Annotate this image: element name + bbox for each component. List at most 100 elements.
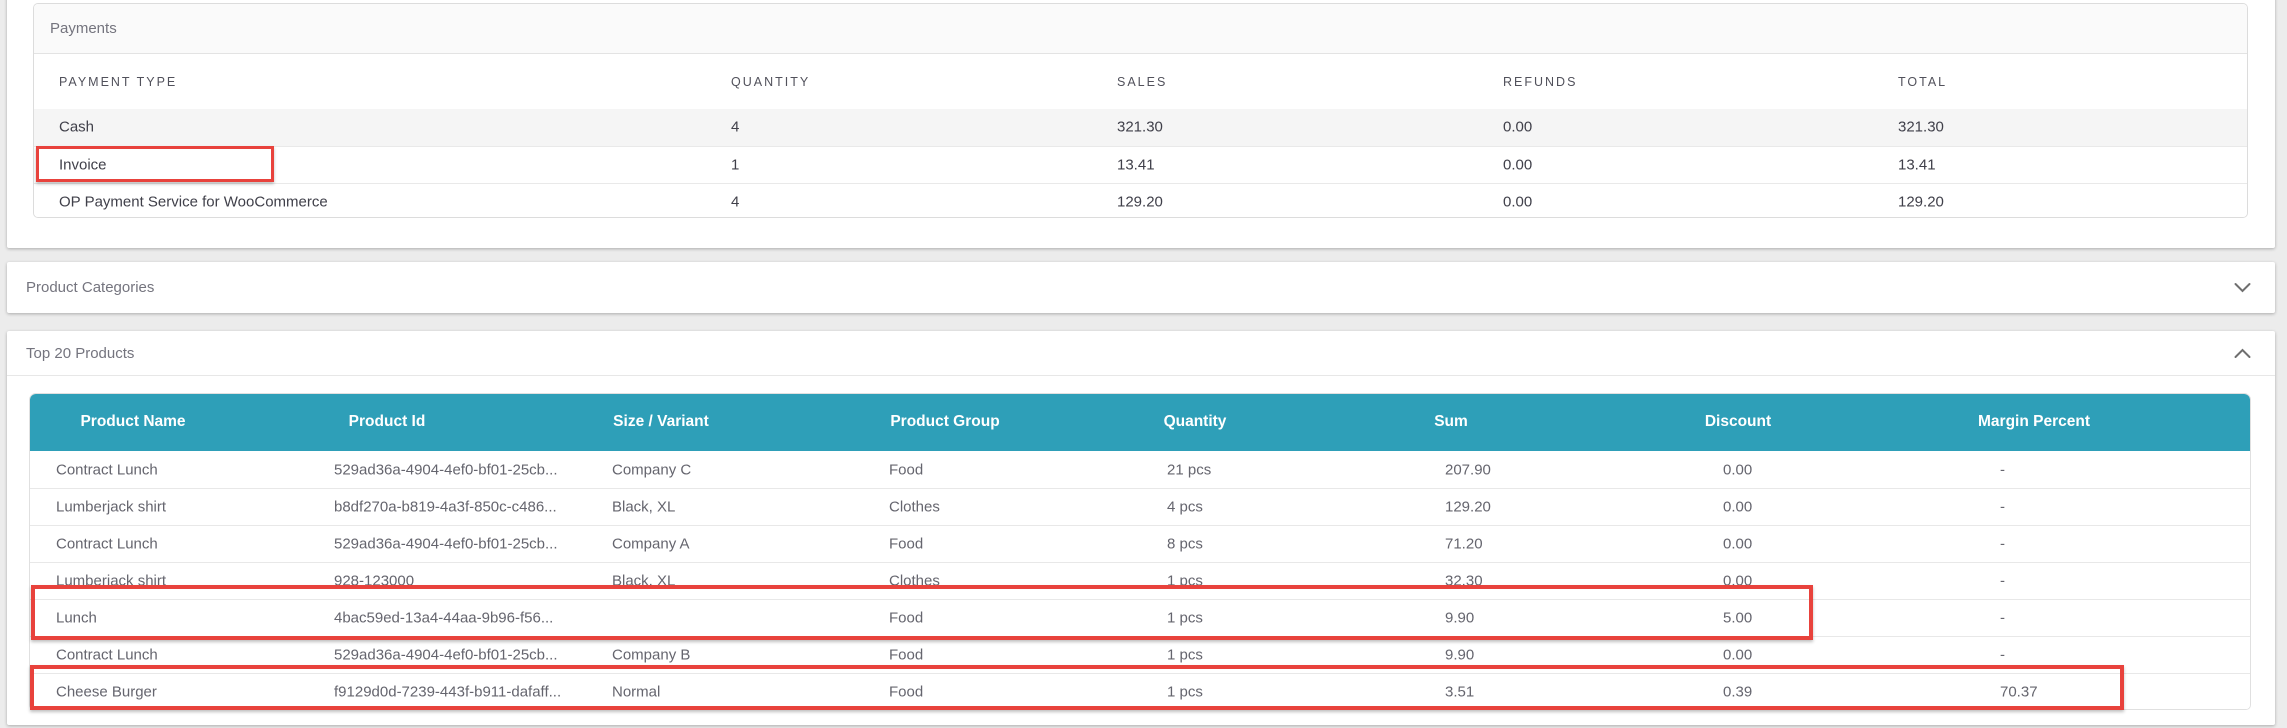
cell-product-id: b8df270a-b819-4a3f-850c-c486... xyxy=(334,499,557,516)
cell-total: 129.20 xyxy=(1898,194,1944,211)
cell-product-name: Contract Lunch xyxy=(56,647,158,664)
cell-quantity: 21 pcs xyxy=(1167,461,1211,478)
cell-discount: 0.00 xyxy=(1723,461,1752,478)
cell-quantity: 4 xyxy=(731,119,739,136)
cell-quantity: 1 pcs xyxy=(1167,610,1203,627)
cell-size-variant: Company C xyxy=(612,461,691,478)
top-products-table-header: Product Name Product Id Size / Variant P… xyxy=(29,393,2251,451)
cell-size-variant: Company B xyxy=(612,647,690,664)
column-header-payment-type: PAYMENT TYPE xyxy=(59,75,177,89)
cell-product-id: 529ad36a-4904-4ef0-bf01-25cb... xyxy=(334,536,558,553)
top-products-header[interactable]: Top 20 Products xyxy=(7,331,2275,376)
cell-product-id: 4bac59ed-13a4-44aa-9b96-f56... xyxy=(334,610,553,627)
chevron-up-icon[interactable] xyxy=(2234,348,2251,359)
top-products-title: Top 20 Products xyxy=(26,345,134,362)
cell-margin-percent: - xyxy=(2000,536,2005,553)
cell-quantity: 4 xyxy=(731,194,739,211)
cell-quantity: 1 pcs xyxy=(1167,684,1203,701)
cell-product-group: Food xyxy=(889,610,923,627)
cell-sum: 129.20 xyxy=(1445,499,1491,516)
column-header-sales: SALES xyxy=(1117,75,1167,89)
cell-total: 321.30 xyxy=(1898,119,1944,136)
column-header-product-name: Product Name xyxy=(80,413,185,431)
cell-sum: 9.90 xyxy=(1445,610,1474,627)
cell-sum: 32.30 xyxy=(1445,573,1483,590)
table-row-cash: Cash 4 321.30 0.00 321.30 xyxy=(34,109,2247,146)
column-header-refunds: REFUNDS xyxy=(1503,75,1577,89)
cell-quantity: 1 xyxy=(731,156,739,173)
cell-discount: 0.00 xyxy=(1723,647,1752,664)
cell-product-id: 529ad36a-4904-4ef0-bf01-25cb... xyxy=(334,461,558,478)
top-products-table: Product Name Product Id Size / Variant P… xyxy=(29,393,2251,710)
chevron-down-icon[interactable] xyxy=(2234,282,2251,293)
cell-size-variant: Black, XL xyxy=(612,573,675,590)
cell-sales: 129.20 xyxy=(1117,194,1163,211)
cell-size-variant: Company A xyxy=(612,536,690,553)
cell-discount: 0.39 xyxy=(1723,684,1752,701)
cell-margin-percent: - xyxy=(2000,647,2005,664)
cell-sales: 321.30 xyxy=(1117,119,1163,136)
cell-margin-percent: - xyxy=(2000,610,2005,627)
cell-refunds: 0.00 xyxy=(1503,156,1532,173)
cell-product-group: Food xyxy=(889,461,923,478)
cell-total: 13.41 xyxy=(1898,156,1936,173)
payments-card: Payments PAYMENT TYPE QUANTITY SALES REF… xyxy=(7,0,2275,248)
column-header-quantity: Quantity xyxy=(1164,413,1227,431)
top-products-card: Top 20 Products Product Name Product Id … xyxy=(7,331,2275,725)
table-row-lunch: Lunch 4bac59ed-13a4-44aa-9b96-f56... Foo… xyxy=(30,599,2250,636)
cell-product-name: Lunch xyxy=(56,610,97,627)
product-categories-card: Product Categories xyxy=(7,262,2275,313)
cell-quantity: 4 pcs xyxy=(1167,499,1203,516)
table-row: Contract Lunch 529ad36a-4904-4ef0-bf01-2… xyxy=(30,451,2250,488)
cell-quantity: 1 pcs xyxy=(1167,647,1203,664)
cell-product-name: Contract Lunch xyxy=(56,536,158,553)
cell-sales: 13.41 xyxy=(1117,156,1155,173)
cell-payment-type: Cash xyxy=(59,119,94,136)
table-row: Contract Lunch 529ad36a-4904-4ef0-bf01-2… xyxy=(30,636,2250,673)
column-header-discount: Discount xyxy=(1705,413,1771,431)
cell-product-group: Clothes xyxy=(889,499,940,516)
payments-table-header: PAYMENT TYPE QUANTITY SALES REFUNDS TOTA… xyxy=(34,54,2247,109)
cell-discount: 5.00 xyxy=(1723,610,1752,627)
column-header-margin-percent: Margin Percent xyxy=(1978,413,2090,431)
cell-product-group: Food xyxy=(889,684,923,701)
column-header-quantity: QUANTITY xyxy=(731,75,810,89)
column-header-total: TOTAL xyxy=(1898,75,1947,89)
cell-size-variant: Normal xyxy=(612,684,660,701)
table-row: Lumberjack shirt 928-123000 Black, XL Cl… xyxy=(30,562,2250,599)
column-header-product-id: Product Id xyxy=(349,413,426,431)
table-row: Contract Lunch 529ad36a-4904-4ef0-bf01-2… xyxy=(30,525,2250,562)
product-categories-header[interactable]: Product Categories xyxy=(7,262,2275,313)
cell-discount: 0.00 xyxy=(1723,536,1752,553)
table-row-op-payment: OP Payment Service for WooCommerce 4 129… xyxy=(34,183,2247,218)
cell-sum: 3.51 xyxy=(1445,684,1474,701)
cell-sum: 207.90 xyxy=(1445,461,1491,478)
cell-sum: 71.20 xyxy=(1445,536,1483,553)
product-categories-title: Product Categories xyxy=(26,279,154,296)
payments-title: Payments xyxy=(50,20,117,37)
column-header-product-group: Product Group xyxy=(890,413,999,431)
cell-payment-type: OP Payment Service for WooCommerce xyxy=(59,194,328,211)
cell-margin-percent: - xyxy=(2000,461,2005,478)
cell-product-group: Food xyxy=(889,536,923,553)
payments-table: Payments PAYMENT TYPE QUANTITY SALES REF… xyxy=(33,3,2248,218)
column-header-size-variant: Size / Variant xyxy=(613,413,709,431)
cell-quantity: 8 pcs xyxy=(1167,536,1203,553)
cell-product-group: Food xyxy=(889,647,923,664)
payments-section-header: Payments xyxy=(34,4,2247,54)
cell-product-id: 529ad36a-4904-4ef0-bf01-25cb... xyxy=(334,647,558,664)
cell-refunds: 0.00 xyxy=(1503,119,1532,136)
cell-product-name: Cheese Burger xyxy=(56,684,157,701)
cell-product-name: Contract Lunch xyxy=(56,461,158,478)
cell-margin-percent: - xyxy=(2000,499,2005,516)
cell-product-id: 928-123000 xyxy=(334,573,414,590)
cell-payment-type: Invoice xyxy=(59,156,107,173)
table-row-cheese-burger: Cheese Burger f9129d0d-7239-443f-b911-da… xyxy=(30,673,2250,710)
cell-sum: 9.90 xyxy=(1445,647,1474,664)
cell-size-variant: Black, XL xyxy=(612,499,675,516)
cell-product-group: Clothes xyxy=(889,573,940,590)
table-row-invoice: Invoice 1 13.41 0.00 13.41 xyxy=(34,146,2247,184)
cell-margin-percent: 70.37 xyxy=(2000,684,2038,701)
cell-discount: 0.00 xyxy=(1723,573,1752,590)
column-header-sum: Sum xyxy=(1434,413,1468,431)
